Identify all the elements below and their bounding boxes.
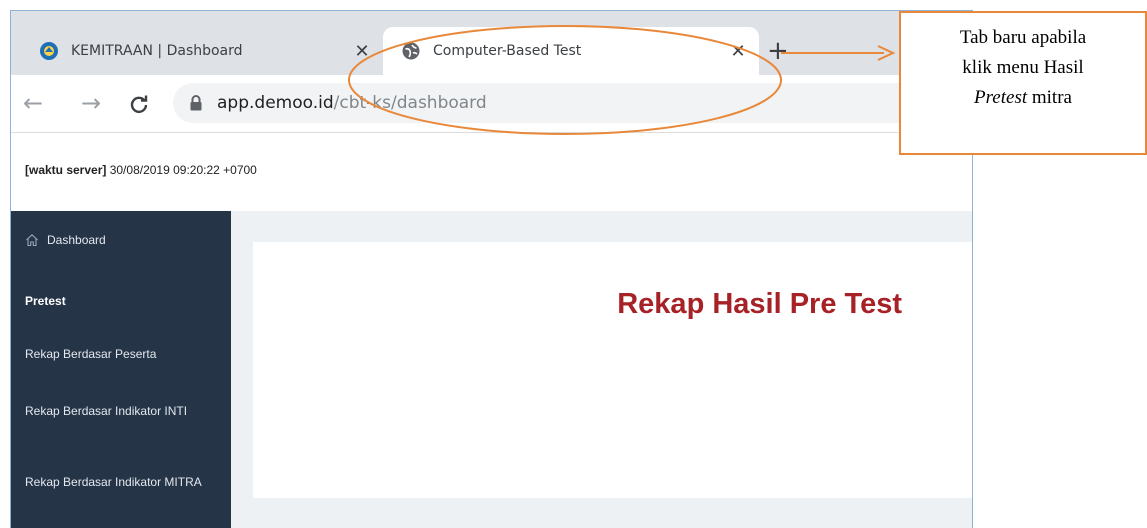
url-path: /cbt-ks/dashboard [333, 93, 487, 113]
sidebar-item-rekap-indikator-inti[interactable]: Rekap Berdasar Indikator INTI [25, 404, 205, 418]
content-card: Rekap Hasil Pre Test [253, 242, 972, 498]
close-tab-icon[interactable]: ✕ [727, 41, 749, 62]
globe-icon [402, 42, 420, 60]
server-time: [waktu server] 30/08/2019 09:20:22 +0700 [25, 163, 257, 177]
server-time-label: [waktu server] [25, 163, 107, 177]
callout-emphasis: Pretest [974, 87, 1028, 108]
sidebar-section-pretest: Pretest [25, 294, 66, 308]
page-title: Rekap Hasil Pre Test [617, 288, 902, 320]
forward-arrow-icon[interactable]: → [81, 89, 101, 117]
browser-window: KEMITRAAN | Dashboard ✕ Computer-Based T… [10, 10, 973, 528]
sidebar-item-label: Dashboard [47, 233, 106, 247]
callout-line-1: Tab baru apabila [959, 27, 1087, 48]
server-time-value: 30/08/2019 09:20:22 +0700 [106, 163, 257, 177]
address-bar[interactable]: app.demoo.id/cbt-ks/dashboard [173, 83, 972, 123]
tab-kemitraan-dashboard[interactable]: KEMITRAAN | Dashboard ✕ [25, 27, 377, 75]
new-tab-button[interactable]: + [767, 38, 789, 64]
sidebar-item-dashboard[interactable]: Dashboard [25, 233, 215, 247]
sidebar-item-rekap-indikator-mitra[interactable]: Rekap Berdasar Indikator MITRA [25, 475, 205, 489]
callout-line-3: Pretest mitra [901, 83, 1145, 113]
url-host: app.demoo.id [217, 93, 334, 113]
tab-label: Computer-Based Test [433, 43, 582, 59]
tab-strip: KEMITRAAN | Dashboard ✕ Computer-Based T… [11, 11, 972, 75]
reload-icon[interactable] [129, 89, 149, 122]
back-arrow-icon[interactable]: ← [23, 89, 43, 117]
sidebar: Dashboard Pretest Rekap Berdasar Peserta… [11, 211, 231, 528]
annotation-callout: Tab baru apabila klik menu Hasil Pretest… [899, 11, 1147, 155]
callout-line-2: klik menu Hasil [962, 57, 1084, 78]
lock-icon [190, 95, 202, 111]
close-tab-icon[interactable]: ✕ [351, 41, 373, 62]
home-icon [26, 234, 38, 247]
kemitraan-logo-icon [40, 42, 58, 60]
sidebar-item-rekap-peserta[interactable]: Rekap Berdasar Peserta [25, 347, 215, 361]
tab-label: KEMITRAAN | Dashboard [71, 43, 243, 59]
browser-toolbar: ← → app.demoo.id/cbt-ks/dashboard [11, 75, 972, 133]
callout-line-3-rest: mitra [1027, 87, 1072, 108]
tab-computer-based-test[interactable]: Computer-Based Test ✕ [383, 27, 759, 75]
